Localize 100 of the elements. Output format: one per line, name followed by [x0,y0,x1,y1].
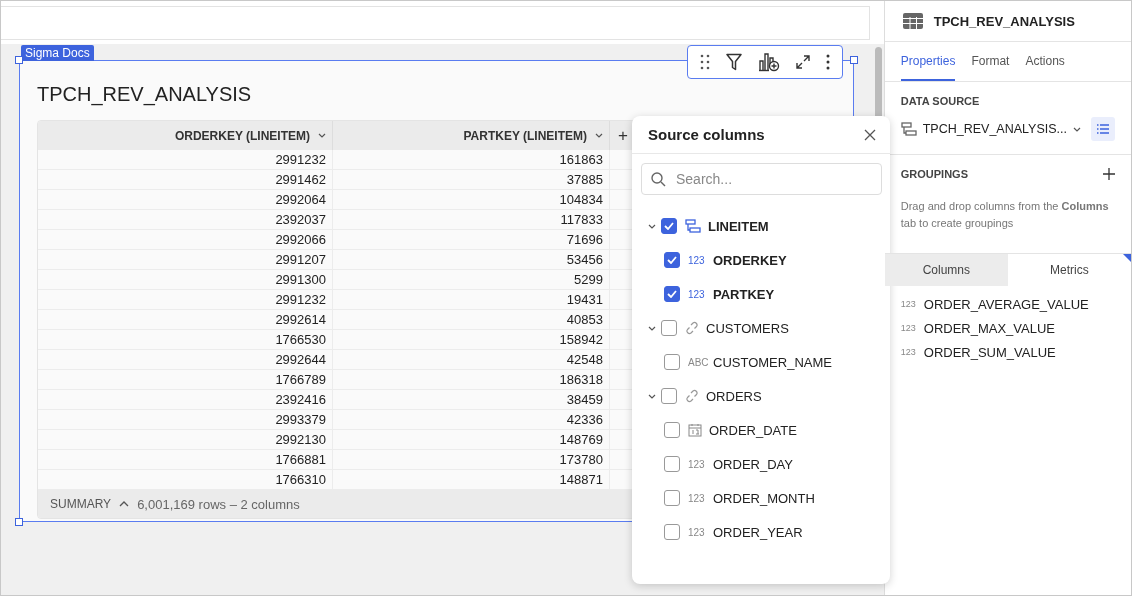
tab[interactable]: Actions [1025,42,1065,81]
source-column[interactable]: ORDER_MONTH [713,490,815,506]
checkmark-icon [667,256,677,264]
chevron-down-icon[interactable] [648,325,656,331]
summary-text: 6,001,169 rows – 2 columns [137,496,300,512]
table-cell: 117833 [333,210,610,229]
checkbox[interactable] [661,218,677,234]
section-heading: DATA SOURCE [900,95,981,107]
table-cell: 1766881 [38,450,333,469]
table-cell: 40853 [333,310,610,329]
checkbox[interactable] [664,456,680,472]
groupings-hint: Drag and drop columns from the Columns tab to create groupings [900,199,1110,231]
checkbox[interactable] [661,320,677,336]
table-cell: 42548 [333,350,610,369]
type-label: 123 [900,299,916,309]
table-cell: 53456 [333,250,610,269]
chevron-down-icon[interactable] [648,223,656,229]
table-cell: 2991462 [38,170,333,189]
table-cell: 5299 [333,270,610,289]
checkbox[interactable] [664,490,680,506]
search-input[interactable]: Search... [674,170,858,188]
table-cell: 2392037 [38,210,333,229]
source-column[interactable]: ORDER_DAY [713,456,793,472]
resize-handle[interactable] [849,56,858,64]
add-chart-icon[interactable] [757,52,780,72]
table-cell: 104834 [333,190,610,209]
resize-handle[interactable] [15,518,23,526]
type-label: 123 [900,323,916,333]
calendar-icon [688,423,702,437]
table-cell: 2992130 [38,430,333,449]
summary-label[interactable]: SUMMARY [50,497,112,511]
type-label: 123 [688,458,706,470]
data-source-dropdown[interactable]: TPCH_REV_ANALYSIS... [922,121,1067,137]
type-label: 123 [688,254,706,266]
section-heading: GROUPINGS [900,168,968,180]
checkbox[interactable] [664,354,680,370]
metric-item[interactable]: ORDER_MAX_VALUE [923,320,1055,336]
source-column[interactable]: CUSTOMER_NAME [713,354,832,370]
table-cell: 2992066 [38,230,333,249]
checkbox[interactable] [661,388,677,404]
table-cell: 148769 [333,430,610,449]
chevron-down-icon[interactable] [1073,126,1081,132]
table-cell: 2991207 [38,250,333,269]
source-column[interactable]: ORDER_DATE [709,422,797,438]
table-cell: 186318 [333,370,610,389]
element-title: TPCH_REV_ANALYSIS [37,83,253,106]
chevron-down-icon[interactable] [318,133,326,138]
table-cell: 2392416 [38,390,333,409]
expand-icon[interactable] [795,55,810,69]
resize-handle[interactable] [15,56,23,64]
source-column[interactable]: ORDERKEY [713,252,787,268]
metric-item[interactable]: ORDER_AVERAGE_VALUE [923,296,1089,312]
source-item[interactable]: ORDERS [706,388,762,404]
search-icon [651,171,666,187]
type-label: ABC [688,356,706,368]
filter-icon[interactable] [725,53,742,71]
table-cell: 2992064 [38,190,333,209]
type-label: 123 [900,347,916,357]
element-tag: Sigma Docs [21,45,94,61]
add-icon[interactable] [1103,168,1115,180]
close-icon[interactable] [864,128,876,141]
checkbox[interactable] [664,422,680,438]
type-label: 123 [688,492,706,504]
table-cell: 1766530 [38,330,333,349]
list-view-button[interactable] [1091,117,1115,141]
tab[interactable]: Columns [884,254,1008,286]
metric-item[interactable]: ORDER_SUM_VALUE [923,344,1056,360]
source-column[interactable]: ORDER_YEAR [713,524,803,540]
source-item[interactable]: LINEITEM [708,218,769,234]
drag-handle-icon[interactable] [699,54,710,70]
type-label: 123 [688,288,706,300]
source-column[interactable]: PARTKEY [713,286,775,302]
source-item[interactable]: CUSTOMERS [706,320,789,336]
list-icon [1097,124,1109,134]
link-icon [685,389,699,403]
checkbox[interactable] [664,524,680,540]
chevron-down-icon[interactable] [648,393,656,399]
table-cell: 2991232 [38,290,333,309]
table-cell: 38459 [333,390,610,409]
link-icon [685,321,699,335]
chevron-up-icon[interactable] [119,501,130,507]
table-cell: 2993379 [38,410,333,429]
checkbox[interactable] [664,252,680,268]
table-icon [902,13,923,29]
search-field[interactable]: Search... [641,163,882,195]
table-icon [685,219,701,233]
table-cell: 161863 [333,150,610,169]
checkmark-icon [664,222,674,230]
checkbox[interactable] [664,286,680,302]
table-cell: 42336 [333,410,610,429]
more-options-icon[interactable] [825,54,830,70]
popover-title: Source columns [648,126,765,143]
table-cell: 2992614 [38,310,333,329]
table-cell: 2992644 [38,350,333,369]
panel-title: TPCH_REV_ANALYSIS [933,13,1075,29]
type-label: 123 [688,526,706,538]
tab[interactable]: Format [971,42,1010,81]
tab[interactable]: Properties [900,42,956,81]
chevron-down-icon[interactable] [595,133,603,138]
table-cell: 19431 [333,290,610,309]
